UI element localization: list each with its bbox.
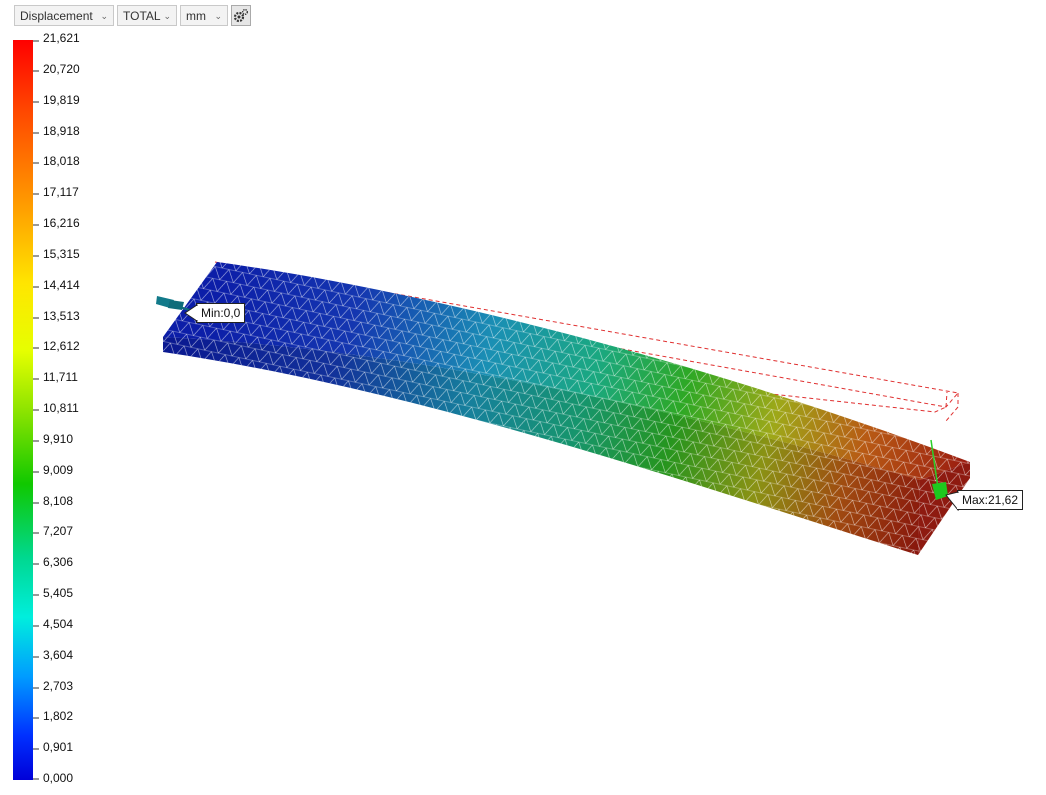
gear-icon xyxy=(233,8,248,22)
legend-value-label: 16,216 xyxy=(43,216,80,230)
min-value-text: Min:0,0 xyxy=(201,306,241,320)
legend-value-label: 7,207 xyxy=(43,524,74,538)
beam-side-face xyxy=(163,337,920,555)
legend-value-label: 11,711 xyxy=(43,370,78,384)
result-type-value: Displacement xyxy=(20,9,93,23)
legend-value-label: 18,918 xyxy=(43,124,80,138)
legend-color-bar xyxy=(13,40,33,780)
legend-value-label: 9,009 xyxy=(43,463,74,477)
legend-value-label: 10,811 xyxy=(43,401,79,415)
legend-value-label: 19,819 xyxy=(43,93,80,107)
legend-value-label: 2,703 xyxy=(43,679,74,693)
legend-value-label: 8,108 xyxy=(43,494,74,508)
max-callout-pointer xyxy=(945,491,959,511)
legend-value-label: 1,802 xyxy=(43,709,74,723)
legend-value-label: 12,612 xyxy=(43,339,80,353)
legend-value-label: 20,720 xyxy=(43,62,80,76)
component-value: TOTAL xyxy=(123,9,161,23)
unit-dropdown[interactable]: mm ⌄ xyxy=(180,5,228,26)
legend-ticks xyxy=(33,40,39,780)
legend-value-label: 9,910 xyxy=(43,432,74,446)
chevron-down-icon: ⌄ xyxy=(100,11,108,21)
legend-value-label: 15,315 xyxy=(43,247,80,261)
legend-value-label: 21,621 xyxy=(43,31,80,45)
max-value-text: Max:21,62 xyxy=(962,493,1019,507)
legend-value-label: 0,000 xyxy=(43,771,74,785)
legend-labels: 21,621 20,720 19,819 18,918 18,018 17,117 16,2… xyxy=(40,31,100,785)
undeformed-outline xyxy=(189,261,959,422)
legend-value-label: 4,504 xyxy=(43,617,74,631)
legend-value-label: 6,306 xyxy=(43,555,74,569)
model-viewport xyxy=(156,261,970,555)
legend-value-label: 13,513 xyxy=(43,309,80,323)
chevron-down-icon: ⌄ xyxy=(163,11,171,21)
legend-value-label: 17,117 xyxy=(43,185,79,199)
legend-value-label: 5,405 xyxy=(43,586,74,600)
legend-value-label: 0,901 xyxy=(43,740,74,754)
fea-results-view: Displacement ⌄ TOTAL ⌄ mm ⌄ 21,621 20,72… xyxy=(0,0,1046,795)
settings-button[interactable] xyxy=(231,5,251,26)
max-value-callout: Max:21,62 xyxy=(957,490,1024,510)
unit-value: mm xyxy=(186,9,206,23)
legend-value-label: 3,604 xyxy=(43,648,74,662)
result-type-dropdown[interactable]: Displacement ⌄ xyxy=(14,5,114,26)
legend-value-label: 14,414 xyxy=(43,278,80,292)
legend-value-label: 18,018 xyxy=(43,154,80,168)
results-toolbar: Displacement ⌄ TOTAL ⌄ mm ⌄ xyxy=(14,5,251,27)
min-value-callout: Min:0,0 xyxy=(196,303,246,323)
chevron-down-icon: ⌄ xyxy=(214,11,222,21)
component-dropdown[interactable]: TOTAL ⌄ xyxy=(117,5,177,26)
beam-top-face xyxy=(163,262,970,480)
min-callout-pointer xyxy=(184,304,198,322)
